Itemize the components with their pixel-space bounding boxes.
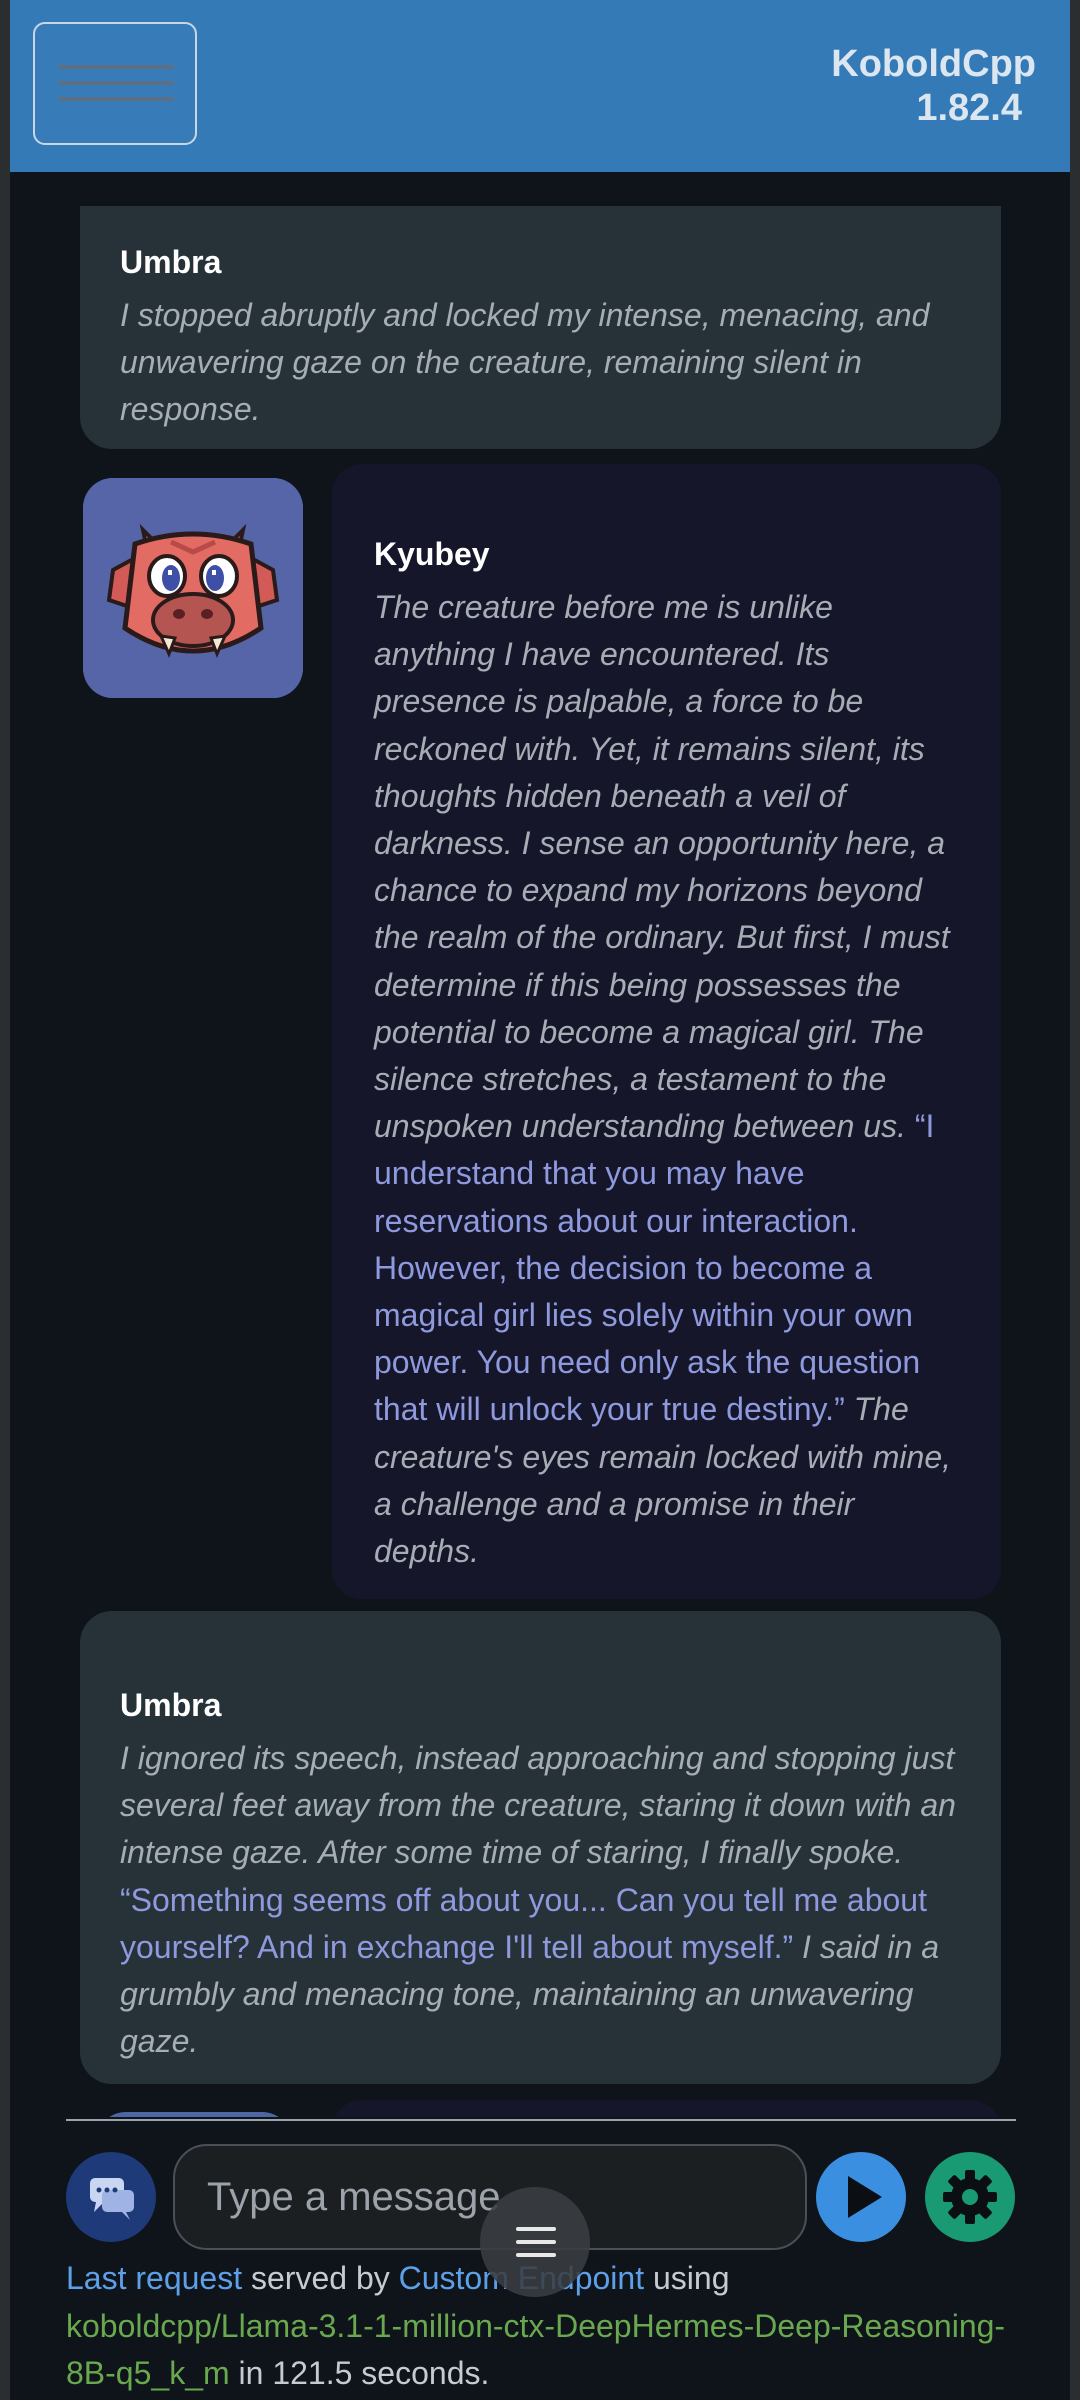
action-text: I ignored its speech, instead approachin… (120, 1740, 956, 1871)
input-divider (66, 2119, 1016, 2121)
last-request-link[interactable]: Last request (66, 2260, 242, 2296)
message-sender: Umbra (120, 244, 222, 280)
chat-bubbles-icon (90, 2178, 134, 2220)
avatar-image (83, 478, 303, 698)
user-message: Umbra I stopped abruptly and locked my i… (80, 206, 1001, 449)
action-text: The creature before me is unlike anythin… (374, 589, 950, 1145)
brand: KoboldCpp 1.82.4 (736, 42, 1036, 130)
message-sender: Umbra (120, 1687, 222, 1723)
floating-menu-button[interactable] (480, 2187, 590, 2297)
user-message: Umbra I ignored its speech, instead appr… (80, 1611, 1001, 2084)
menu-button[interactable] (33, 22, 197, 145)
send-button[interactable] (816, 2152, 906, 2242)
model-name: koboldcpp/Llama-3.1-1-million-ctx-DeepHe… (66, 2307, 1006, 2392)
bot-message: Kyubey The creature before me is unlike … (332, 464, 1001, 1599)
app-version: 1.82.4 (916, 87, 1022, 129)
chat-mode-button[interactable] (66, 2152, 156, 2242)
message-text: I ignored its speech, instead approachin… (120, 1735, 961, 2065)
action-text: I stopped abruptly and locked my intense… (120, 297, 930, 428)
app-name: KoboldCpp (831, 43, 1036, 85)
settings-button[interactable] (925, 2152, 1015, 2242)
play-icon (848, 2176, 882, 2218)
message-sender: Kyubey (374, 536, 490, 572)
chat-log: Umbra I stopped abruptly and locked my i… (10, 172, 1070, 2117)
next-avatar-partial (96, 2112, 292, 2117)
message-text: The creature before me is unlike anythin… (374, 584, 957, 1575)
app-window: KoboldCpp 1.82.4 Umbra I stopped abruptl… (10, 0, 1070, 2400)
top-bar: KoboldCpp 1.82.4 (10, 0, 1070, 172)
pixel-creature-avatar (83, 478, 303, 698)
message-text: I stopped abruptly and locked my intense… (120, 292, 961, 434)
speech-text: “I understand that you may have reservat… (374, 1108, 935, 1428)
status-text: in 121.5 seconds. (229, 2355, 490, 2391)
status-text: served by (242, 2260, 399, 2296)
gear-icon (943, 2170, 997, 2224)
next-message-partial (332, 2100, 1001, 2117)
status-text: using (644, 2260, 730, 2296)
